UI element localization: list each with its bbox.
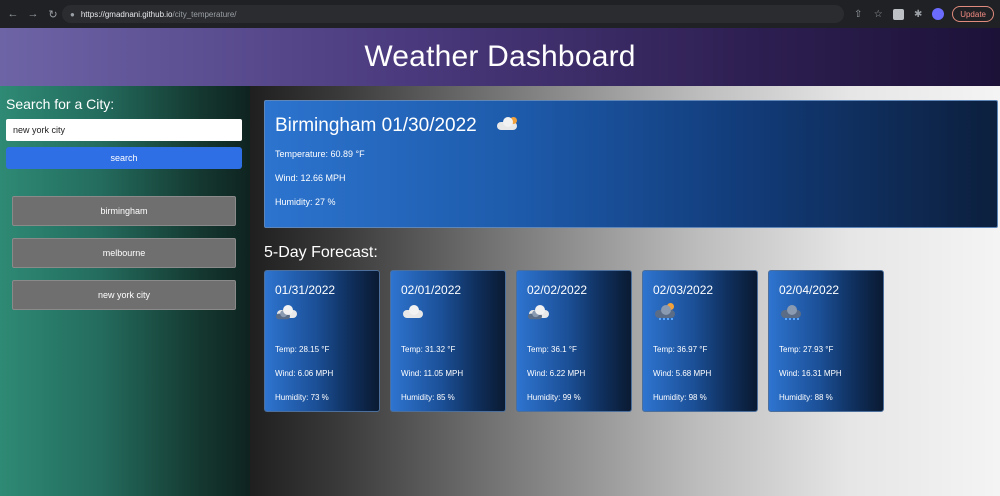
page-header: Weather Dashboard — [0, 28, 1000, 86]
url-path: /city_temperature/ — [172, 9, 237, 19]
forecast-humidity: Humidity: 99 % — [527, 393, 581, 402]
forecast-card: 02/03/2022 Temp: 36.97 °F Wind: 5.68 MPH… — [642, 270, 758, 412]
bookmark-star-icon[interactable]: ☆ — [872, 8, 884, 20]
history-item-birmingham[interactable]: birmingham — [12, 196, 236, 226]
forecast-humidity: Humidity: 73 % — [275, 393, 329, 402]
forecast-humidity: Humidity: 85 % — [401, 393, 455, 402]
city-search-input[interactable] — [6, 119, 242, 141]
forecast-temp: Temp: 36.97 °F — [653, 345, 708, 354]
search-history: birmingham melbourne new york city — [12, 196, 236, 322]
back-icon[interactable]: ← — [5, 6, 21, 22]
page-title: Weather Dashboard — [364, 40, 636, 73]
forecast-card: 01/31/2022 Temp: 28.15 °F Wind: 6.06 MPH… — [264, 270, 380, 412]
forecast-card: 02/01/2022 Temp: 31.32 °F Wind: 11.05 MP… — [390, 270, 506, 412]
current-temperature: Temperature: 60.89 °F — [275, 149, 365, 159]
current-city-date: Birmingham 01/30/2022 — [275, 115, 477, 136]
forecast-wind: Wind: 11.05 MPH — [401, 369, 464, 378]
page: Weather Dashboard Search for a City: sea… — [0, 28, 1000, 496]
forecast-wind: Wind: 16.31 MPH — [779, 369, 842, 378]
forecast-card: 02/02/2022 Temp: 36.1 °F Wind: 6.22 MPH … — [516, 270, 632, 412]
url-host: https://gmadnani.github.io — [80, 9, 173, 19]
forecast-date: 01/31/2022 — [275, 283, 336, 297]
forecast-date: 02/03/2022 — [653, 283, 714, 297]
current-weather-card: Birmingham 01/30/2022 Temperature: 60.89… — [264, 100, 998, 228]
forward-icon[interactable]: → — [25, 6, 41, 22]
forecast-temp: Temp: 36.1 °F — [527, 345, 577, 354]
address-bar[interactable]: ● https://gmadnani.github.io/city_temper… — [62, 5, 844, 23]
share-icon[interactable]: ⇧ — [852, 8, 864, 20]
current-humidity: Humidity: 27 % — [275, 197, 336, 207]
history-item-melbourne[interactable]: melbourne — [12, 238, 236, 268]
forecast-humidity: Humidity: 88 % — [779, 393, 833, 402]
forecast-wind: Wind: 5.68 MPH — [653, 369, 712, 378]
browser-toolbar: ← → ↻ ● https://gmadnani.github.io/city_… — [0, 0, 1000, 28]
extension-icon[interactable] — [892, 8, 904, 20]
lock-icon: ● — [70, 9, 75, 19]
profile-avatar-icon[interactable] — [932, 8, 945, 20]
reload-icon[interactable]: ↻ — [45, 6, 61, 22]
forecast-temp: Temp: 31.32 °F — [401, 345, 456, 354]
update-button[interactable]: Update — [952, 6, 994, 22]
forecast-card: 02/04/2022 Temp: 27.93 °F Wind: 16.31 MP… — [768, 270, 884, 412]
puzzle-icon[interactable]: ✱ — [912, 8, 924, 20]
forecast-wind: Wind: 6.22 MPH — [527, 369, 586, 378]
forecast-humidity: Humidity: 98 % — [653, 393, 707, 402]
forecast-temp: Temp: 27.93 °F — [779, 345, 834, 354]
forecast-date: 02/01/2022 — [401, 283, 462, 297]
current-wind: Wind: 12.66 MPH — [275, 173, 346, 183]
history-item-new-york-city[interactable]: new york city — [12, 280, 236, 310]
cloudy-icon — [275, 305, 299, 324]
main-content: Birmingham 01/30/2022 Temperature: 60.89… — [250, 86, 1000, 496]
cloudy-icon — [527, 305, 551, 324]
forecast-date: 02/02/2022 — [527, 283, 588, 297]
forecast-cards: 01/31/2022 Temp: 28.15 °F Wind: 6.06 MPH… — [264, 270, 884, 412]
forecast-temp: Temp: 28.15 °F — [275, 345, 330, 354]
search-button[interactable]: search — [6, 147, 242, 169]
search-heading: Search for a City: — [6, 96, 115, 112]
cloud-icon — [401, 305, 425, 324]
forecast-heading: 5-Day Forecast: — [264, 244, 378, 261]
rain-cloud-icon — [779, 305, 803, 324]
forecast-wind: Wind: 6.06 MPH — [275, 369, 334, 378]
rain-sun-icon — [653, 303, 677, 324]
partly-cloudy-icon — [495, 115, 519, 136]
forecast-date: 02/04/2022 — [779, 283, 840, 297]
sidebar: Search for a City: search birmingham mel… — [0, 86, 250, 496]
